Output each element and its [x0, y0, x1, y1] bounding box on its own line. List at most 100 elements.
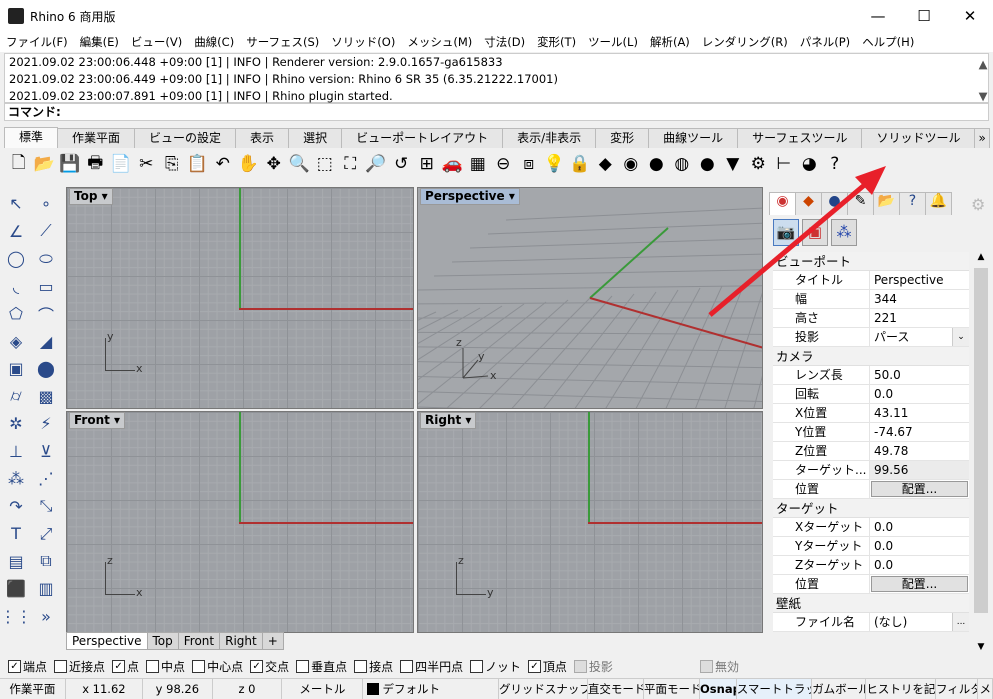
- property-value[interactable]: 0.0: [870, 385, 969, 403]
- status-12[interactable]: ヒストリを記録: [866, 679, 936, 699]
- status-7[interactable]: 直交モード: [588, 679, 644, 699]
- chevron-down-icon[interactable]: ⌄: [952, 328, 969, 346]
- status-0[interactable]: 作業平面: [0, 679, 66, 699]
- display-icon[interactable]: ▣: [802, 219, 828, 246]
- zoom-window-icon[interactable]: ⬚: [312, 151, 338, 177]
- fillet-icon[interactable]: ⌒: [32, 300, 60, 328]
- osnap-3[interactable]: 中点: [146, 658, 185, 675]
- osnap-checkbox[interactable]: [699, 659, 713, 673]
- viewport-title-perspective[interactable]: Perspective ▾: [420, 188, 520, 205]
- text-icon[interactable]: T: [2, 520, 30, 548]
- surface-icon[interactable]: ◈: [2, 328, 30, 356]
- scale-icon[interactable]: ⤢: [32, 520, 60, 548]
- property-value[interactable]: (なし)...: [870, 613, 969, 631]
- hatch-icon[interactable]: ▥: [32, 575, 60, 603]
- osnap-checkbox[interactable]: ✓: [112, 659, 126, 673]
- property-value[interactable]: -74.67: [870, 423, 969, 441]
- menu-item[interactable]: ソリッド(O): [331, 34, 395, 50]
- status-11[interactable]: ガムボール: [812, 679, 867, 699]
- polyline-icon[interactable]: ∠: [2, 218, 30, 246]
- open-folder-icon[interactable]: 📂: [32, 151, 58, 177]
- menu-item[interactable]: ビュー(V): [131, 34, 182, 50]
- arc-icon[interactable]: ◟: [2, 273, 30, 301]
- properties-icon[interactable]: ⧈: [516, 151, 542, 177]
- group-icon[interactable]: ▤: [2, 548, 30, 576]
- osnap-checkbox[interactable]: [470, 659, 484, 673]
- tab-7[interactable]: 変形: [595, 128, 650, 148]
- osnap-checkbox[interactable]: [354, 659, 368, 673]
- solid-box-icon[interactable]: ⬛: [2, 575, 30, 603]
- status-3[interactable]: z 0: [213, 679, 283, 699]
- property-value[interactable]: 49.78: [870, 442, 969, 460]
- status-10[interactable]: スマートトラック: [736, 679, 813, 699]
- menu-item[interactable]: 解析(A): [650, 34, 690, 50]
- tab-3[interactable]: 表示: [235, 128, 290, 148]
- box-icon[interactable]: ▣: [2, 355, 30, 383]
- polygon-icon[interactable]: ⬠: [2, 300, 30, 328]
- property-value[interactable]: 0.0: [870, 537, 969, 555]
- light-icon[interactable]: 💡: [542, 151, 568, 177]
- zoom-selected-icon[interactable]: 🔎: [363, 151, 389, 177]
- menu-item[interactable]: ヘルプ(H): [862, 34, 914, 50]
- cut-icon[interactable]: ✂: [134, 151, 160, 177]
- materials-tab-icon[interactable]: ✎: [847, 192, 874, 215]
- render-sphere-icon[interactable]: ●: [695, 151, 721, 177]
- cplane-icon[interactable]: ▦: [465, 151, 491, 177]
- viewport-right[interactable]: z y Right ▾: [417, 411, 763, 633]
- property-value[interactable]: パース ⌄: [870, 328, 969, 346]
- select-icon[interactable]: ↖: [2, 190, 30, 218]
- menu-item[interactable]: ツール(L): [588, 34, 638, 50]
- copy-icon[interactable]: ⎘: [159, 151, 185, 177]
- viewport-title-right[interactable]: Right ▾: [420, 412, 477, 429]
- ellipse-icon[interactable]: ⬭: [32, 245, 60, 273]
- viewport-top[interactable]: y x Top ▾: [66, 187, 414, 409]
- lock-icon[interactable]: 🔒: [567, 151, 593, 177]
- set-view-icon[interactable]: ⊖: [491, 151, 517, 177]
- status-14[interactable]: メ: [978, 679, 993, 699]
- property-value[interactable]: 50.0: [870, 366, 969, 384]
- viewport-tab-+[interactable]: +: [261, 632, 284, 650]
- property-value[interactable]: Perspective: [870, 271, 969, 289]
- osnap-checkbox[interactable]: [573, 659, 587, 673]
- tab-8[interactable]: 曲線ツール: [648, 128, 739, 148]
- rotate-view-icon[interactable]: ✥: [261, 151, 287, 177]
- status-1[interactable]: x 11.62: [66, 679, 144, 699]
- menu-item[interactable]: 編集(E): [80, 34, 119, 50]
- status-6[interactable]: グリッドスナップ: [499, 679, 588, 699]
- property-value[interactable]: 配置...: [870, 480, 969, 498]
- viewport-perspective[interactable]: z y x Perspective ▾: [417, 187, 763, 409]
- block-icon[interactable]: ⧉: [32, 548, 60, 576]
- tab-5[interactable]: ビューポートレイアウト: [341, 128, 504, 148]
- osnap-checkbox[interactable]: [296, 659, 310, 673]
- menu-item[interactable]: 曲線(C): [194, 34, 234, 50]
- help-tab-icon[interactable]: ?: [899, 192, 926, 215]
- undo-icon[interactable]: ↶: [210, 151, 236, 177]
- osnap-9[interactable]: ノット: [470, 658, 521, 675]
- plugin-globe-icon[interactable]: ◕: [797, 151, 823, 177]
- osnap-checkbox[interactable]: ✓: [527, 659, 541, 673]
- transform-icon[interactable]: ✲: [2, 410, 30, 438]
- line-icon[interactable]: ⟋: [32, 218, 60, 246]
- osnap-7[interactable]: 接点: [354, 658, 393, 675]
- osnap-8[interactable]: 四半円点: [400, 658, 463, 675]
- sphere-icon[interactable]: ⬤: [32, 355, 60, 383]
- place-button[interactable]: 配置...: [871, 481, 968, 497]
- split-icon[interactable]: ⚡: [32, 410, 60, 438]
- camera-icon[interactable]: 📷: [773, 219, 799, 246]
- tab-6[interactable]: 表示/非表示: [502, 128, 597, 148]
- browse-button[interactable]: ...: [952, 613, 969, 631]
- command-input[interactable]: コマンド:: [4, 103, 989, 121]
- color-wheel-tab-icon[interactable]: ◉: [769, 192, 796, 215]
- osnap-checkbox[interactable]: [192, 659, 206, 673]
- osnap-11[interactable]: 投影: [573, 658, 613, 675]
- property-value[interactable]: 43.11: [870, 404, 969, 422]
- rendered-icon[interactable]: ▼: [720, 151, 746, 177]
- undo-view-icon[interactable]: ↺: [389, 151, 415, 177]
- status-8[interactable]: 平面モード: [644, 679, 701, 699]
- scroll-up-icon[interactable]: ▲: [974, 56, 988, 73]
- property-value[interactable]: 0.0: [870, 518, 969, 536]
- viewport-front[interactable]: z x Front ▾: [66, 411, 414, 633]
- render-tab-icon[interactable]: ●: [821, 192, 848, 215]
- maximize-button[interactable]: ☐: [901, 0, 947, 32]
- tab-1[interactable]: 作業平面: [57, 128, 136, 148]
